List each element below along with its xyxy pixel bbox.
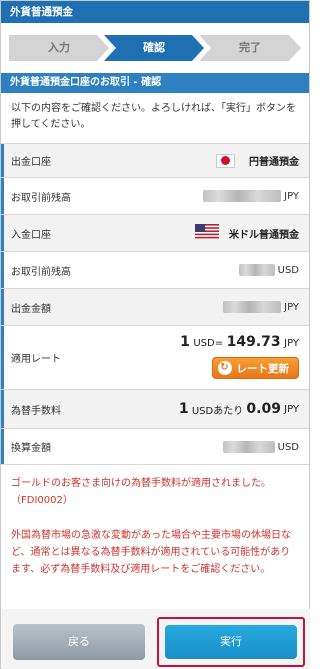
section-title: 外貨普通預金口座のお取引 - 確認 [1,73,309,93]
row-withdraw-amount: 出金金額 JPY [1,288,309,325]
step-input: 入力 [9,35,109,61]
step-complete-label: 完了 [239,41,261,54]
back-button[interactable]: 戻る [13,624,145,660]
row-to-balance: お取引前残高 USD [1,251,309,288]
to-balance-unit: USD [277,264,299,276]
masked-balance [238,264,275,276]
refresh-icon: ↻ [217,361,232,375]
from-account-label: 出金口座 [11,157,51,168]
rate-refresh-label: レート更新 [236,362,290,375]
execute-button-highlight: 実行 [157,617,305,667]
action-footer: 戻る 実行 [2,609,310,669]
step-confirm-label: 確認 [143,41,165,54]
fee-label: 為替手数料 [11,405,61,417]
rate-refresh-button[interactable]: ↻ レート更新 [211,357,299,379]
masked-balance [203,190,282,202]
from-balance-label: お取引前残高 [11,192,71,204]
from-balance-unit: JPY [284,190,299,202]
fee-value: 1 USDあたり 0.09 JPY [178,401,299,417]
gold-fee-notice: ゴールドのお客さま向けの為替手数料が適用されました。（FDI0002） [11,478,271,506]
row-converted: 換算金額 USD [1,428,309,465]
row-from-account: 出金口座 円普通預金 [1,143,309,177]
from-account-value: 円普通預金 [249,157,299,168]
rate-value: 1 USD= 149.73 JPY [180,334,299,350]
progress-steps: 入力 確認 完了 [1,23,309,73]
intro-text: 以下の内容をご確認ください。よろしければ、「実行」ボタンを押してください。 [11,103,296,130]
page-title: 外貨普通預金 [10,6,73,18]
to-balance-label: お取引前残高 [11,266,71,278]
japan-flag-icon [216,153,235,168]
withdraw-amount-unit: JPY [284,301,299,313]
row-applied-rate: 適用レート 1 USD= 149.73 JPY ↻ レート更新 [1,325,309,389]
to-account-label: 入金口座 [11,229,51,241]
applied-rate-label: 適用レート [11,354,61,365]
step-confirm: 確認 [104,35,204,61]
withdraw-amount-label: 出金金額 [11,303,51,315]
converted-label: 換算金額 [11,443,51,454]
row-to-account: 入金口座 米ドル普通預金 [1,214,309,251]
step-complete: 完了 [199,35,301,61]
us-flag-icon [195,224,219,242]
row-fee: 為替手数料 1 USDあたり 0.09 JPY [1,389,309,428]
page-header: 外貨普通預金 [1,1,309,23]
market-notice: 外国為替市場の急激な変動があった場合や主要市場の休場日など、通常とは異なる為替手… [11,530,291,575]
app-frame: 外貨普通預金 入力 確認 完了 外貨普通預金口座のお取引 - 確認 以下の内容を… [0,0,310,669]
step-input-label: 入力 [48,41,70,54]
masked-amount [223,301,282,313]
converted-unit: USD [277,441,299,453]
masked-amount [222,440,275,453]
execute-button[interactable]: 実行 [165,625,297,659]
to-account-value: 米ドル普通預金 [229,229,299,241]
row-from-balance: お取引前残高 JPY [1,177,309,214]
